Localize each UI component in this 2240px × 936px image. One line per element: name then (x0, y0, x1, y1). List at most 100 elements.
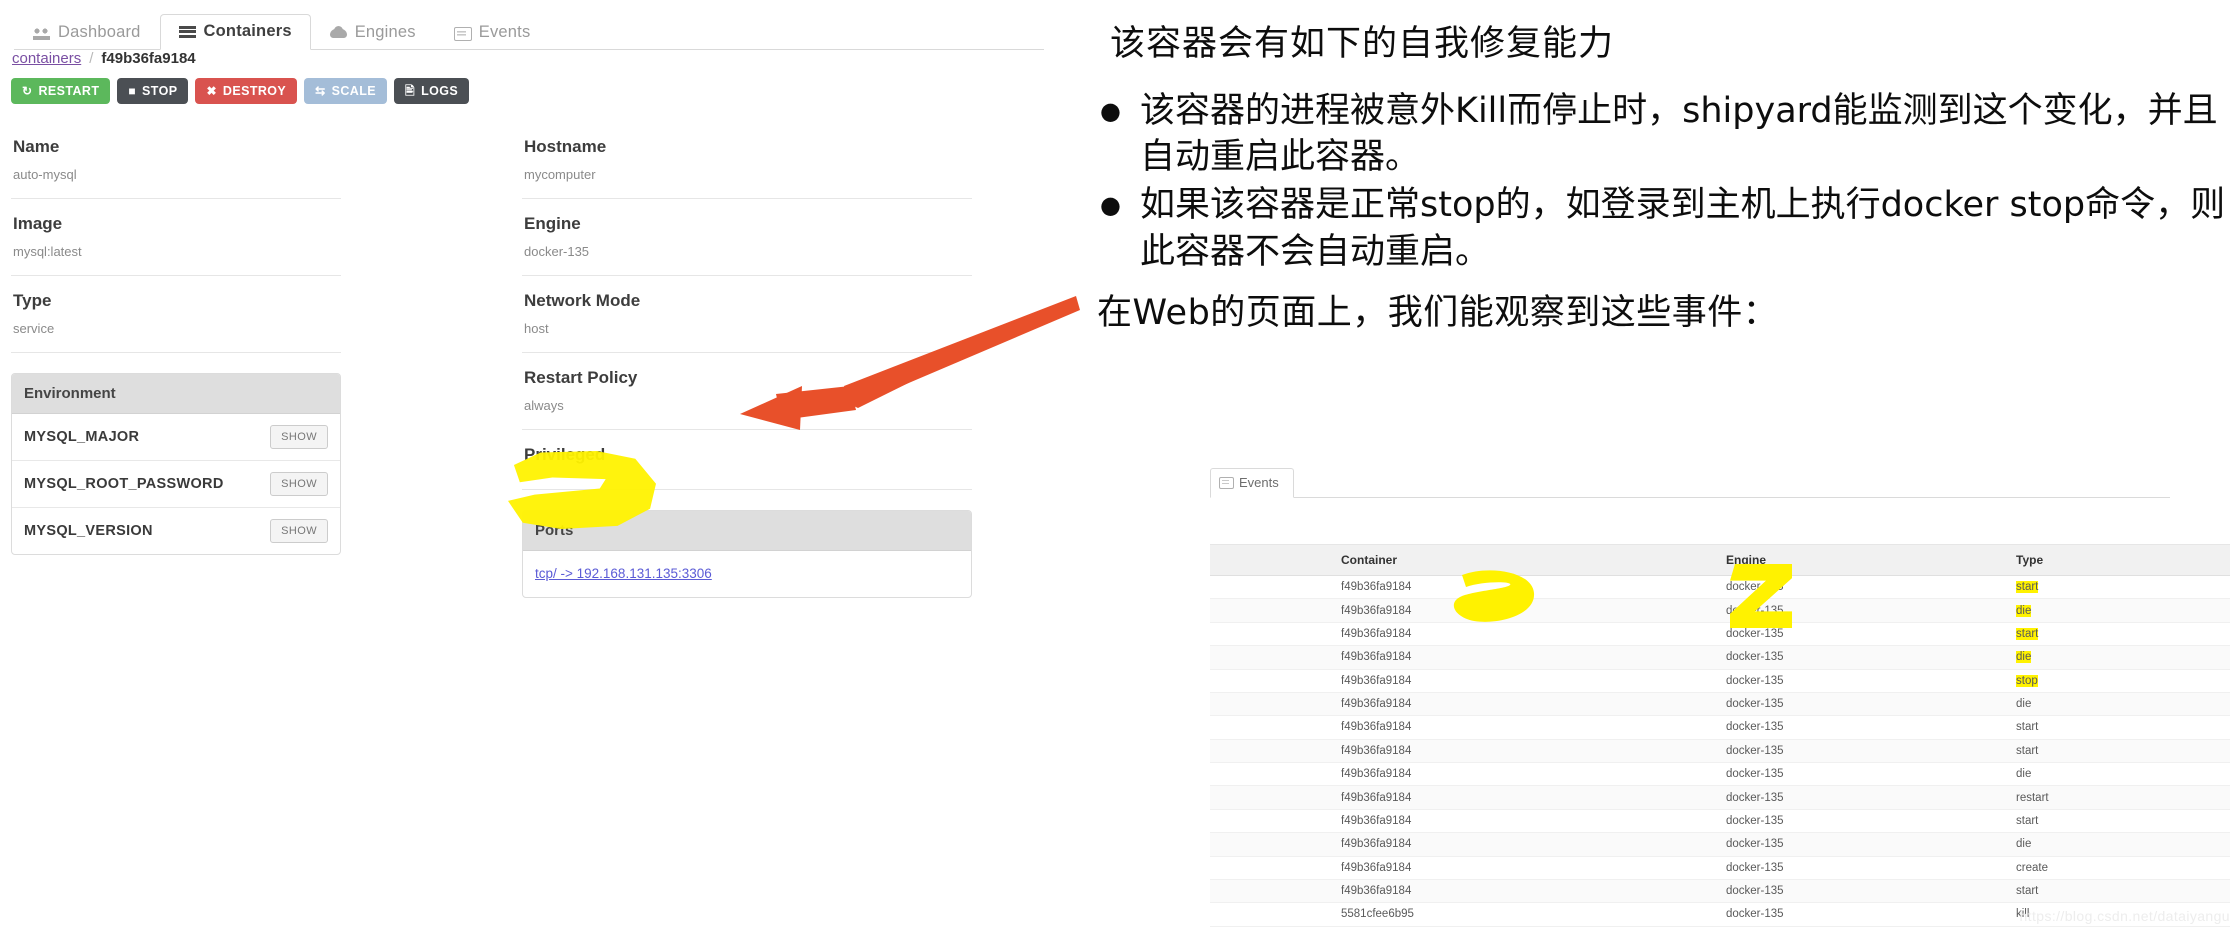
cell-container: f49b36fa9184 (1335, 669, 1720, 693)
tab-events[interactable]: Events (1210, 468, 1294, 498)
cell-engine: docker-135 (1720, 575, 2010, 600)
shipyard-screenshot: Dashboard Containers Engines Events cont… (0, 0, 1060, 936)
row-spacer (1210, 622, 1335, 647)
tab-containers[interactable]: Containers (159, 14, 311, 50)
cell-type: start (2010, 575, 2230, 600)
table-row[interactable]: f49b36fa9184 docker-135 die (1210, 692, 2230, 717)
cell-engine: docker-135 (1720, 809, 2010, 834)
cell-type: start (2010, 715, 2230, 740)
cell-container: f49b36fa9184 (1335, 809, 1720, 834)
breadcrumb-separator: / (89, 50, 94, 67)
tab-events[interactable]: Events (435, 15, 550, 50)
row-spacer (1210, 832, 1335, 857)
field-privileged-value (522, 475, 972, 490)
column-header-type[interactable]: Type (2010, 544, 2230, 576)
field-restart-policy-value: always (522, 398, 972, 430)
table-row[interactable]: f49b36fa9184 docker-135 start (1210, 809, 2230, 834)
table-row[interactable]: f49b36fa9184 docker-135 start (1210, 739, 2230, 764)
logs-button[interactable]: 🖹 LOGS (394, 78, 470, 104)
events-icon (453, 26, 472, 41)
cell-type: die (2010, 832, 2230, 857)
cell-engine: docker-135 (1720, 785, 2010, 810)
table-row[interactable]: f49b36fa9184 docker-135 stop (1210, 669, 2230, 693)
environment-row: MYSQL_ROOT_PASSWORD SHOW (12, 461, 340, 508)
slide-bullet-list: ● 该容器的进程被意外Kill而停止时，shipyard能监测到这个变化，并且自… (1100, 88, 2240, 277)
field-hostname-value: mycomputer (522, 167, 972, 199)
cell-container: f49b36fa9184 (1335, 645, 1720, 670)
cell-type: die (2010, 762, 2230, 787)
tab-dashboard-label: Dashboard (58, 23, 141, 41)
cell-engine: docker-135 (1720, 669, 2010, 693)
breadcrumb-link-containers[interactable]: containers (12, 50, 81, 67)
table-row[interactable]: f49b36fa9184 docker-135 die (1210, 645, 2230, 670)
field-engine-value: docker-135 (522, 244, 972, 276)
table-row[interactable]: f49b36fa9184 docker-135 create (1210, 856, 2230, 880)
show-value-button[interactable]: SHOW (270, 472, 328, 496)
times-circle-icon: ✖ (206, 84, 217, 98)
cell-engine: docker-135 (1720, 832, 2010, 857)
cell-container: f49b36fa9184 (1335, 622, 1720, 647)
table-header-spacer (1210, 544, 1335, 576)
field-network-mode: Network Mode host (522, 276, 972, 353)
events-table: Container Engine Type f49b36fa9184 docker… (1210, 544, 2230, 927)
bullet-marker-icon: ● (1100, 191, 1121, 220)
column-header-engine[interactable]: Engine (1720, 544, 2010, 576)
table-row[interactable]: f49b36fa9184 docker-135 die (1210, 832, 2230, 857)
cell-type: die (2010, 692, 2230, 717)
show-value-button[interactable]: SHOW (270, 425, 328, 449)
highlight-mark: die (2016, 604, 2032, 617)
environment-panel: Environment MYSQL_MAJOR SHOW MYSQL_ROOT_… (11, 373, 341, 555)
row-spacer (1210, 715, 1335, 740)
field-type-value: service (11, 321, 341, 353)
stop-button-label: STOP (142, 84, 178, 98)
slide-footer-text: 在Web的页面上，我们能观察到这些事件： (1097, 293, 1779, 333)
column-header-container[interactable]: Container (1335, 544, 1720, 576)
slide-content: 该容器会有如下的自我修复能力 ● 该容器的进程被意外Kill而停止时，shipy… (1075, 0, 2240, 936)
row-spacer (1210, 598, 1335, 623)
detail-column-middle: Hostname mycomputer Engine docker-135 Ne… (522, 122, 972, 598)
restart-button[interactable]: ↻ RESTART (11, 78, 111, 104)
ports-panel: Ports tcp/ -> 192.168.131.135:3306 (522, 510, 972, 598)
destroy-button[interactable]: ✖ DESTROY (195, 78, 298, 104)
restart-button-label: RESTART (38, 84, 100, 98)
field-hostname: Hostname mycomputer (522, 122, 972, 199)
field-type: Type service (11, 276, 341, 353)
field-name-value: auto-mysql (11, 167, 341, 199)
bullet-text: 该容器的进程被意外Kill而停止时，shipyard能监测到这个变化，并且自动重… (1140, 91, 2218, 178)
exchange-icon: ⇆ (315, 84, 326, 98)
cell-container: 5581cfee6b95 (1335, 902, 1720, 927)
cell-type: start (2010, 739, 2230, 764)
table-row[interactable]: f49b36fa9184 docker-135 start (1210, 575, 2230, 600)
cell-engine: docker-135 (1720, 645, 2010, 670)
cell-engine: docker-135 (1720, 879, 2010, 904)
main-tabbar: Dashboard Containers Engines Events (14, 10, 1044, 50)
scale-button[interactable]: ⇆ SCALE (304, 78, 387, 104)
tab-dashboard[interactable]: Dashboard (14, 15, 160, 50)
cell-engine: docker-135 (1720, 715, 2010, 740)
cell-container: f49b36fa9184 (1335, 856, 1720, 880)
cell-container: f49b36fa9184 (1335, 832, 1720, 857)
highlight-mark: die (2016, 651, 2032, 664)
port-mapping-link[interactable]: tcp/ -> 192.168.131.135:3306 (535, 566, 712, 581)
cell-container: f49b36fa9184 (1335, 575, 1720, 600)
row-spacer (1210, 739, 1335, 764)
cell-container: f49b36fa9184 (1335, 785, 1720, 810)
field-image-value: mysql:latest (11, 244, 341, 276)
table-row[interactable]: f49b36fa9184 docker-135 die (1210, 762, 2230, 787)
field-image-label: Image (13, 214, 63, 233)
table-row[interactable]: f49b36fa9184 docker-135 start (1210, 622, 2230, 647)
tab-engines[interactable]: Engines (311, 15, 435, 50)
stop-button[interactable]: ■ STOP (117, 78, 189, 104)
file-text-icon: 🖹 (405, 84, 416, 98)
cell-type: die (2010, 645, 2230, 670)
cell-type: create (2010, 856, 2230, 880)
containers-icon (178, 25, 196, 39)
table-row[interactable]: f49b36fa9184 docker-135 die (1210, 598, 2230, 623)
show-value-button[interactable]: SHOW (270, 519, 328, 543)
table-row[interactable]: f49b36fa9184 docker-135 start (1210, 879, 2230, 904)
table-row[interactable]: f49b36fa9184 docker-135 restart (1210, 785, 2230, 810)
table-row[interactable]: f49b36fa9184 docker-135 start (1210, 715, 2230, 740)
list-item: ● 如果该容器是正常stop的，如登录到主机上执行docker stop命令，则… (1100, 182, 2240, 274)
row-spacer (1210, 879, 1335, 904)
cell-type: die (2010, 598, 2230, 623)
